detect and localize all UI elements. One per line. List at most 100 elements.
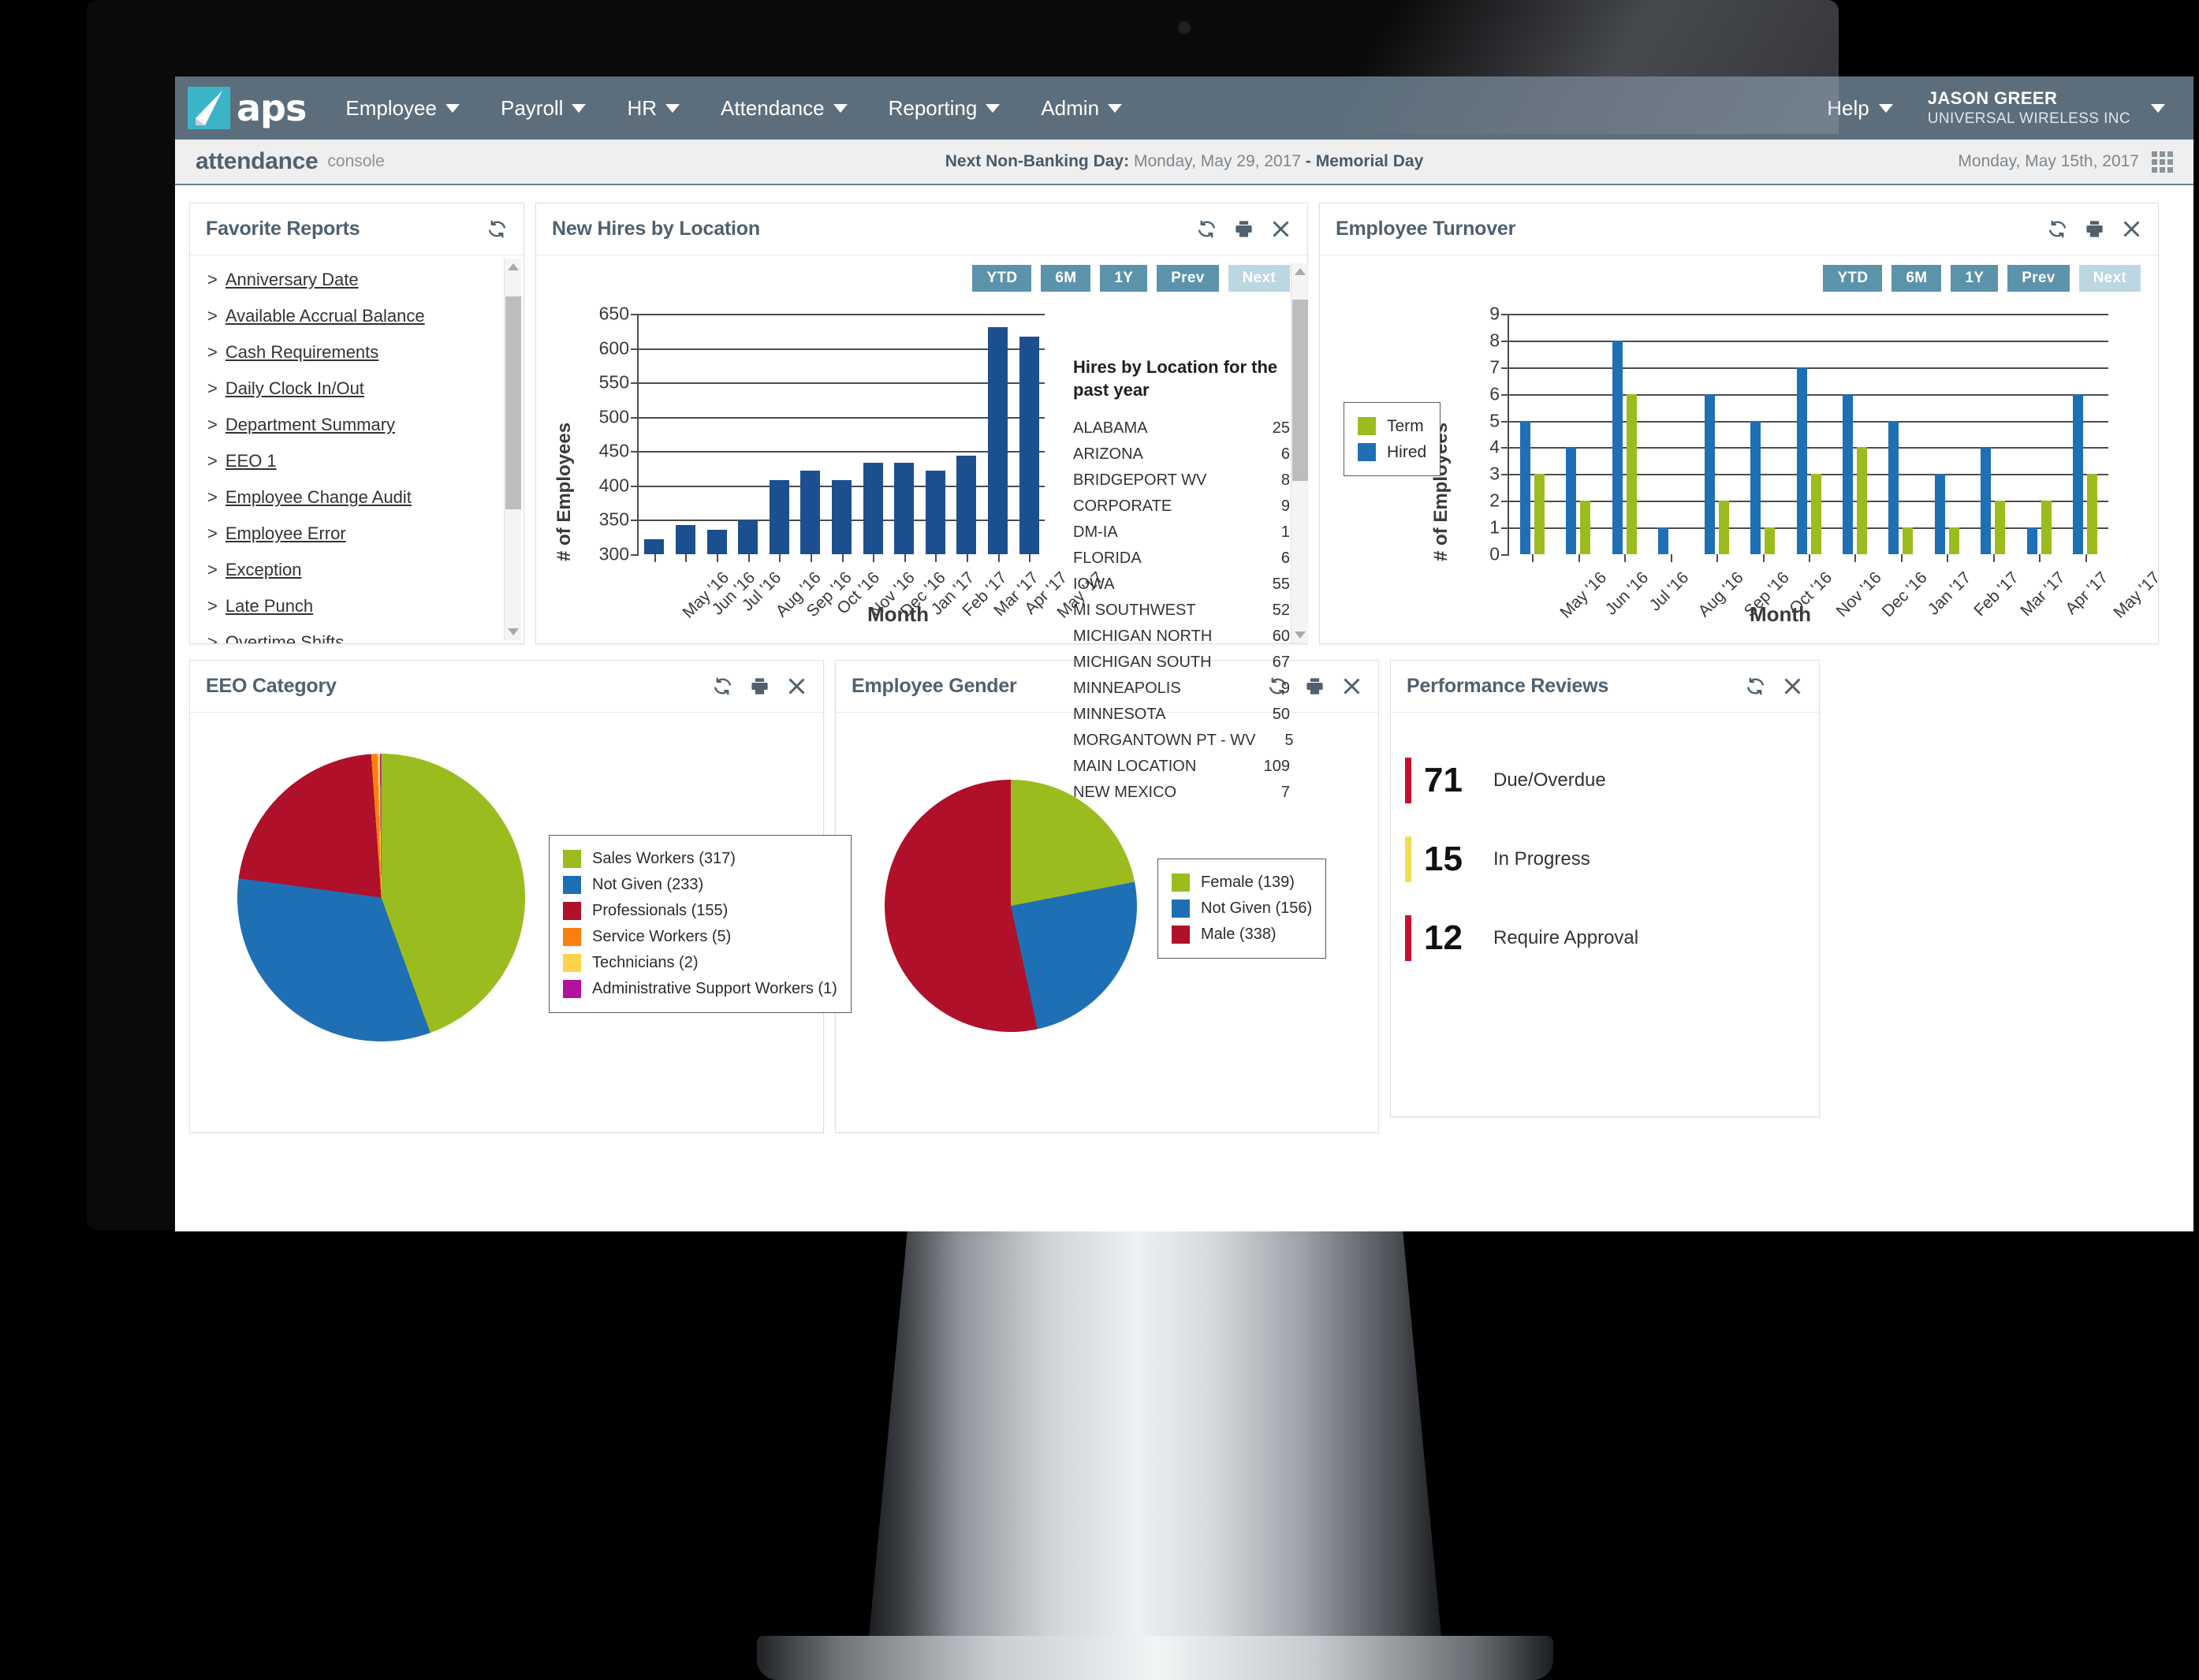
scroll-down-arrow-icon[interactable] xyxy=(1295,631,1306,639)
bar[interactable] xyxy=(988,327,1008,554)
favorite-report-link[interactable]: Anniversary Date xyxy=(225,270,359,290)
favorite-report-row[interactable]: > Cash Requirements xyxy=(207,342,524,378)
bar[interactable] xyxy=(925,470,945,554)
favorite-report-link[interactable]: Exception xyxy=(225,560,302,580)
favorite-report-row[interactable]: > Department Summary xyxy=(207,415,524,451)
bar[interactable] xyxy=(1580,501,1591,554)
bar[interactable] xyxy=(1856,447,1867,554)
close-icon[interactable] xyxy=(786,676,807,697)
legend-row[interactable]: Hired xyxy=(1358,439,1426,465)
range-button-prev[interactable]: Prev xyxy=(1157,265,1219,292)
close-icon[interactable] xyxy=(2121,218,2142,240)
bar[interactable] xyxy=(1948,527,1959,554)
legend-row[interactable]: Administrative Support Workers (1) xyxy=(563,976,837,1002)
bar[interactable] xyxy=(1626,393,1637,554)
range-button-ytd[interactable]: YTD xyxy=(1823,265,1883,292)
scroll-down-arrow-icon[interactable] xyxy=(508,628,519,635)
nav-item-attendance[interactable]: Attendance xyxy=(700,76,868,140)
refresh-icon[interactable] xyxy=(712,676,733,697)
range-button-prev[interactable]: Prev xyxy=(2007,265,2070,292)
favorite-report-link[interactable]: Department Summary xyxy=(225,415,395,435)
bar[interactable] xyxy=(2041,501,2052,554)
bar[interactable] xyxy=(1704,393,1715,554)
refresh-icon[interactable] xyxy=(486,218,508,240)
legend-row[interactable]: Professionals (155) xyxy=(563,898,837,924)
legend-row[interactable]: Male (338) xyxy=(1172,922,1312,948)
print-icon[interactable] xyxy=(1233,218,1254,240)
bar[interactable] xyxy=(769,479,789,554)
bar[interactable] xyxy=(1842,393,1853,554)
bar[interactable] xyxy=(894,463,915,554)
legend-row[interactable]: Sales Workers (317) xyxy=(563,846,837,872)
bar[interactable] xyxy=(1534,474,1545,554)
legend-row[interactable]: Not Given (233) xyxy=(563,872,837,898)
favorite-report-link[interactable]: Daily Clock In/Out xyxy=(225,378,364,399)
scrollbar-thumb[interactable] xyxy=(1292,300,1308,481)
bar[interactable] xyxy=(1903,527,1914,554)
favorite-report-link[interactable]: EEO 1 xyxy=(225,451,277,471)
legend-row[interactable]: Term xyxy=(1358,413,1426,439)
bar[interactable] xyxy=(644,538,665,554)
favorite-report-link[interactable]: Overtime Shifts xyxy=(225,632,344,643)
app-grid-icon[interactable] xyxy=(2152,151,2173,173)
refresh-icon[interactable] xyxy=(1745,676,1766,697)
bar[interactable] xyxy=(1995,501,2006,554)
bar[interactable] xyxy=(675,524,695,554)
favorite-report-link[interactable]: Employee Change Audit xyxy=(225,487,412,508)
refresh-icon[interactable] xyxy=(2047,218,2068,240)
nav-item-reporting[interactable]: Reporting xyxy=(868,76,1021,140)
favorite-report-row[interactable]: > Employee Error xyxy=(207,523,524,560)
range-button-6m[interactable]: 6M xyxy=(1892,265,1942,292)
scrollbar-thumb[interactable] xyxy=(505,296,521,509)
bar[interactable] xyxy=(1750,420,1761,554)
bar[interactable] xyxy=(2087,474,2098,554)
bar[interactable] xyxy=(2073,393,2084,554)
bar[interactable] xyxy=(1934,474,1945,554)
bar[interactable] xyxy=(832,479,852,554)
favorite-report-row[interactable]: > Available Accrual Balance xyxy=(207,306,524,342)
performance-review-row[interactable]: 12 Require Approval xyxy=(1391,899,1819,978)
print-icon[interactable] xyxy=(749,676,770,697)
favorite-report-row[interactable]: > Anniversary Date xyxy=(207,270,524,306)
bar[interactable] xyxy=(1796,367,1807,554)
print-icon[interactable] xyxy=(1304,676,1325,697)
bar[interactable] xyxy=(2026,527,2037,554)
legend-row[interactable]: Technicians (2) xyxy=(563,950,837,976)
bar[interactable] xyxy=(738,520,758,554)
range-button-6m[interactable]: 6M xyxy=(1041,265,1091,292)
favorite-report-link[interactable]: Cash Requirements xyxy=(225,342,378,363)
favorite-report-row[interactable]: > Late Punch xyxy=(207,596,524,632)
favorite-report-row[interactable]: > EEO 1 xyxy=(207,451,524,487)
bar[interactable] xyxy=(1765,527,1776,554)
print-icon[interactable] xyxy=(2084,218,2105,240)
legend-row[interactable]: Female (139) xyxy=(1172,870,1312,896)
close-icon[interactable] xyxy=(1782,676,1803,697)
help-menu[interactable]: Help xyxy=(1806,96,1913,121)
favorite-report-link[interactable]: Late Punch xyxy=(225,596,313,616)
nav-item-payroll[interactable]: Payroll xyxy=(480,76,606,140)
bar[interactable] xyxy=(863,463,883,554)
legend-row[interactable]: Not Given (156) xyxy=(1172,896,1312,922)
nav-item-hr[interactable]: HR xyxy=(606,76,700,140)
range-button-1y[interactable]: 1Y xyxy=(1951,265,1999,292)
bar[interactable] xyxy=(956,455,977,554)
bar[interactable] xyxy=(1658,527,1669,554)
refresh-icon[interactable] xyxy=(1196,218,1217,240)
bar[interactable] xyxy=(1566,447,1577,554)
favorite-report-link[interactable]: Available Accrual Balance xyxy=(225,306,425,326)
legend-row[interactable]: Service Workers (5) xyxy=(563,924,837,950)
brand-logo[interactable]: aps xyxy=(188,87,307,129)
scrollbar-vertical[interactable] xyxy=(1291,263,1308,643)
performance-review-row[interactable]: 15 In Progress xyxy=(1391,820,1819,899)
range-button-ytd[interactable]: YTD xyxy=(972,265,1032,292)
performance-review-row[interactable]: 71 Due/Overdue xyxy=(1391,741,1819,820)
scrollbar-vertical[interactable] xyxy=(504,259,521,640)
favorite-report-row[interactable]: > Employee Change Audit xyxy=(207,487,524,523)
favorite-report-row[interactable]: > Overtime Shifts xyxy=(207,632,524,643)
favorite-report-row[interactable]: > Exception xyxy=(207,560,524,596)
bar[interactable] xyxy=(706,529,727,554)
user-account-menu[interactable]: JASON GREER UNIVERSAL WIRELESS INC xyxy=(1914,88,2170,128)
bar[interactable] xyxy=(1019,336,1039,554)
scroll-up-arrow-icon[interactable] xyxy=(1295,268,1306,275)
nav-item-admin[interactable]: Admin xyxy=(1020,76,1142,140)
